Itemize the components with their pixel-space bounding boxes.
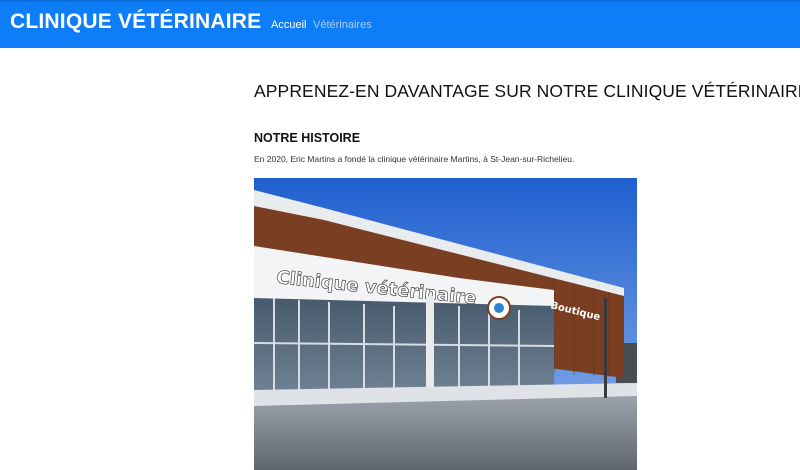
nav-link-veterinaires[interactable]: Vétérinaires [313, 19, 372, 31]
history-text: En 2020, Eric Martins a fondé la cliniqu… [254, 154, 575, 164]
nav-link-accueil[interactable]: Accueil [271, 19, 306, 31]
brand-logo-link[interactable]: CLINIQUE VÉTÉRINAIRE [10, 10, 261, 34]
page-title: APPRENEZ-EN DAVANTAGE SUR NOTRE CLINIQUE… [254, 81, 800, 101]
history-heading: NOTRE HISTOIRE [254, 131, 361, 145]
parking-lot-shape [254, 396, 637, 470]
top-navbar: CLINIQUE VÉTÉRINAIRE Accueil Vétérinaire… [0, 0, 800, 48]
clinic-building-photo: Clinique vétérinaire Boutique [254, 178, 637, 470]
